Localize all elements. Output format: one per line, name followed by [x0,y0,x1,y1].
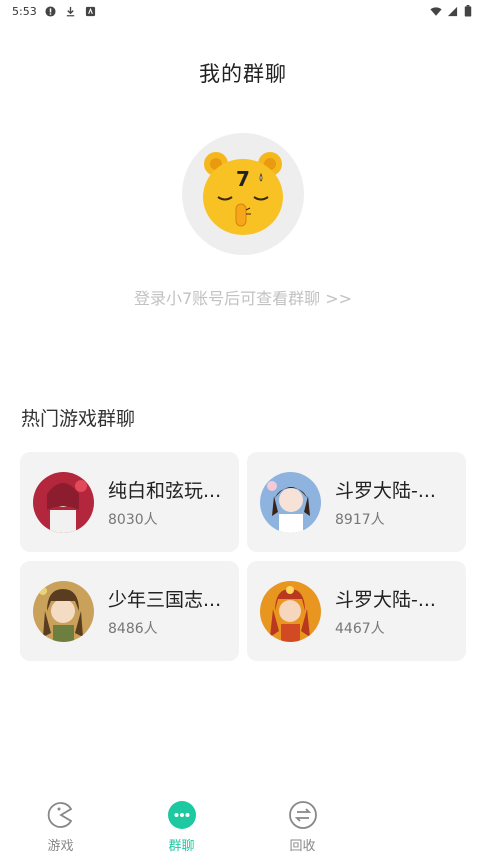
group-card[interactable]: 纯白和弦玩... 8030人 [20,452,239,552]
page-title: 我的群聊 [199,62,287,86]
alert-icon [45,5,57,17]
nav-tab-game[interactable]: 游戏 [0,795,121,864]
chat-icon [166,799,198,831]
group-avatar [260,471,321,533]
mascot-icon: 7 [193,142,293,246]
signal-icon [446,5,458,17]
group-avatar [260,580,321,642]
group-card[interactable]: 斗罗大陆-... 8917人 [247,452,466,552]
app-icon [85,5,97,17]
group-card-grid: 纯白和弦玩... 8030人 斗罗大陆-... 8917人 少年三国志... 8… [20,452,466,661]
nav-tab-recycle[interactable]: 回收 [242,795,363,864]
download-icon [65,5,77,17]
group-avatar [33,580,94,642]
group-avatar [33,471,94,533]
status-time: 5:53 [12,4,37,18]
nav-tab-chat[interactable]: 群聊 [121,795,242,864]
group-name: 斗罗大陆-... [335,479,436,502]
group-card[interactable]: 少年三国志... 8486人 [20,561,239,661]
group-name: 纯白和弦玩... [108,479,222,502]
svg-text:7: 7 [236,167,250,191]
group-member-count: 8486人 [108,620,158,637]
group-name: 少年三国志... [108,588,222,611]
group-member-count: 8917人 [335,511,385,528]
bottom-nav: 游戏 群聊 回收 [0,795,486,864]
recycle-icon [287,799,319,831]
login-hint-link[interactable]: 登录小7账号后可查看群聊 >> [0,285,486,309]
nav-label: 游戏 [47,839,74,854]
status-bar: 5:53 [0,0,486,22]
nav-label: 回收 [289,839,316,854]
group-card[interactable]: 斗罗大陆-... 4467人 [247,561,466,661]
section-title: 热门游戏群聊 [21,408,136,430]
group-name: 斗罗大陆-... [335,588,436,611]
nav-label: 群聊 [168,839,195,854]
battery-icon [462,5,474,17]
group-member-count: 8030人 [108,511,158,528]
group-member-count: 4467人 [335,620,385,637]
mascot-avatar: 7 [182,133,304,255]
game-icon [45,799,77,831]
wifi-icon [430,5,442,17]
